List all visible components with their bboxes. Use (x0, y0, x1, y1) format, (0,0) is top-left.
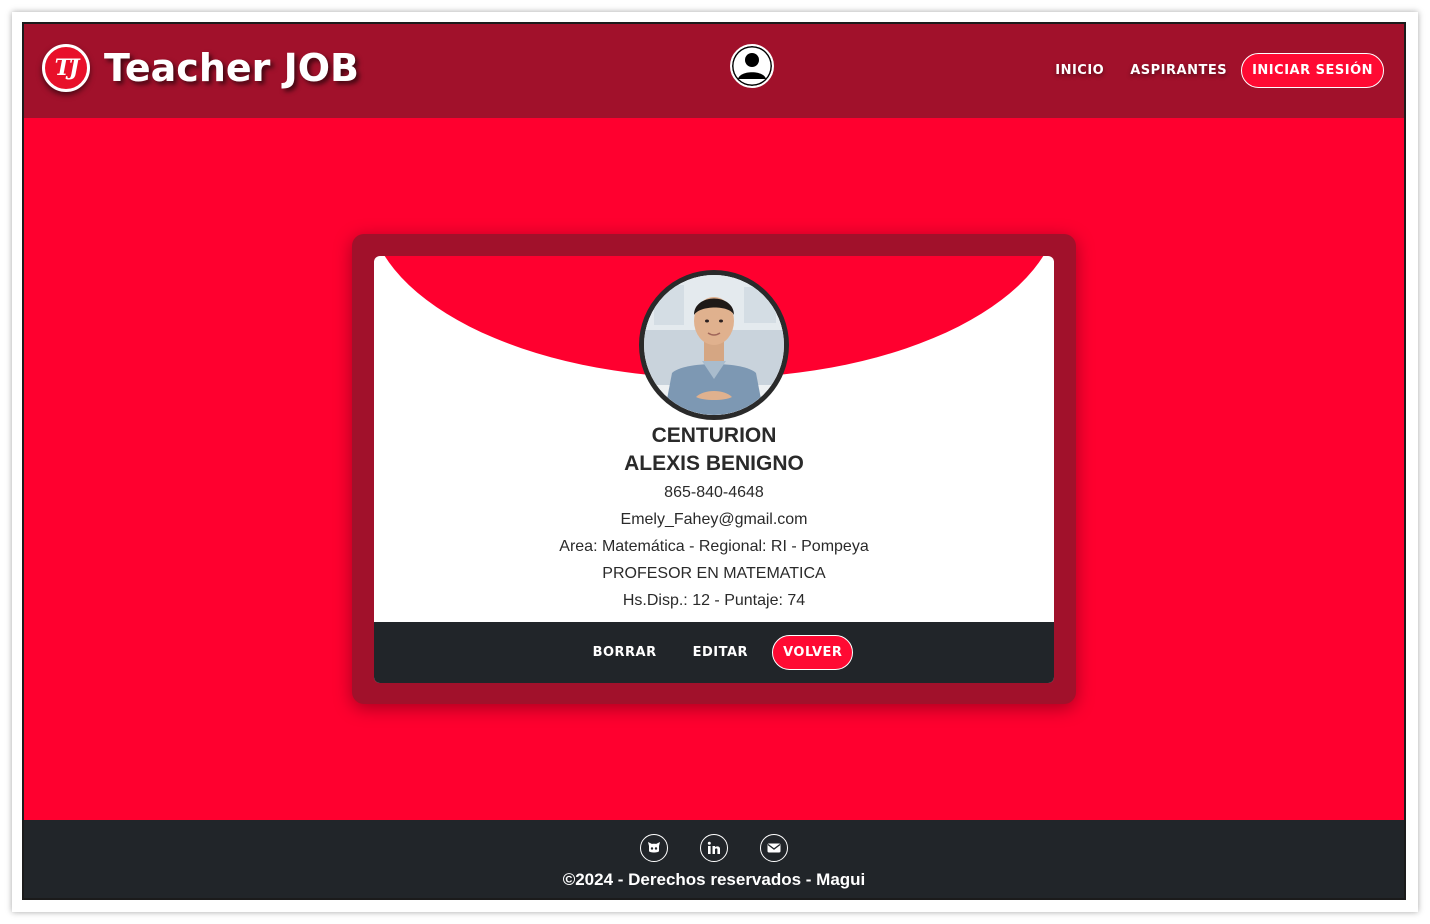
profile-area: Area: Matemática - Regional: RI - Pompey… (559, 538, 869, 555)
login-button[interactable]: INICIAR SESIÓN (1241, 53, 1384, 88)
profile-availability: Hs.Disp.: 12 - Puntaje: 74 (622, 592, 806, 609)
app-window: TJ Teacher JOB INICIO ASPIRANTES INICIAR… (22, 22, 1406, 900)
email-icon[interactable] (760, 834, 788, 862)
copyright-text: ©2024 - Derechos reservados - Magui (562, 870, 866, 889)
social-links (24, 834, 1404, 862)
delete-button[interactable]: BORRAR (593, 645, 657, 660)
brand-name: Teacher JOB (104, 46, 360, 90)
brand-logo[interactable]: TJ Teacher JOB (42, 44, 359, 92)
edit-button[interactable]: EDITAR (693, 645, 748, 660)
github-icon[interactable] (640, 834, 668, 862)
site-header: TJ Teacher JOB INICIO ASPIRANTES INICIAR… (24, 24, 1404, 118)
card-actions: BORRAR EDITAR VOLVER (374, 622, 1054, 683)
site-footer: ©2024 - Derechos reservados - Magui (24, 820, 1404, 898)
back-button[interactable]: VOLVER (772, 635, 854, 670)
profile-title: PROFESOR EN MATEMATICA (602, 565, 826, 582)
profile-card-container: CENTURION ALEXIS BENIGNO 865-840-4648 Em… (352, 234, 1076, 704)
main-nav: INICIO ASPIRANTES INICIAR SESIÓN (1029, 53, 1384, 88)
profile-email: Emely_Fahey@gmail.com (620, 511, 808, 528)
profile-first-name: ALEXIS BENIGNO (624, 452, 804, 475)
profile-card: CENTURION ALEXIS BENIGNO 865-840-4648 Em… (374, 256, 1054, 683)
profile-last-name: CENTURION (651, 424, 777, 447)
user-avatar-icon[interactable] (730, 44, 774, 88)
nav-aspirantes-link[interactable]: ASPIRANTES (1130, 63, 1227, 78)
nav-inicio-link[interactable]: INICIO (1055, 63, 1104, 78)
linkedin-icon[interactable] (700, 834, 728, 862)
profile-photo (639, 270, 789, 420)
logo-badge-icon: TJ (42, 44, 90, 92)
profile-phone: 865-840-4648 (664, 484, 764, 501)
